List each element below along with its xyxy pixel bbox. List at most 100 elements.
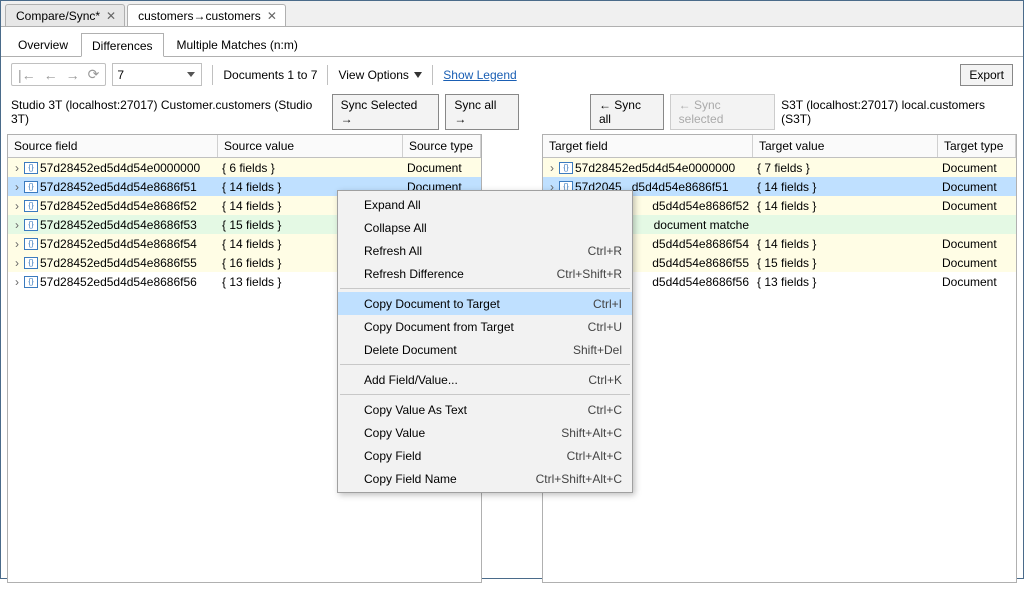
cm-delete-document[interactable]: Delete DocumentShift+Del xyxy=(338,338,632,361)
target-connection-label: S3T (localhost:27017) local.customers (S… xyxy=(781,98,1013,126)
expand-icon[interactable]: › xyxy=(12,256,22,270)
row-id: 57d28452ed5d4d54e8686f53 xyxy=(40,218,197,232)
separator xyxy=(340,394,630,395)
row-id: d5d4d54e8686f55 xyxy=(652,256,749,270)
prev-page-icon[interactable]: ← xyxy=(44,67,58,83)
target-columns: Target field Target value Target type xyxy=(543,135,1016,158)
row-type: Document xyxy=(938,160,1016,176)
separator xyxy=(340,364,630,365)
row-type: Document xyxy=(938,236,1016,252)
expand-icon[interactable]: › xyxy=(547,161,557,175)
expand-icon[interactable]: › xyxy=(12,180,22,194)
tab-differences[interactable]: Differences xyxy=(81,33,163,57)
col-source-type[interactable]: Source type xyxy=(403,135,481,157)
row-id: 57d28452ed5d4d54e0000000 xyxy=(575,161,735,175)
page-value: 7 xyxy=(117,68,124,82)
row-value: { 6 fields } xyxy=(218,160,403,176)
row-id: 57d28452ed5d4d54e0000000 xyxy=(40,161,200,175)
separator xyxy=(327,65,328,85)
show-legend-link[interactable]: Show Legend xyxy=(443,68,516,82)
row-id: d5d4d54e8686f56 xyxy=(652,275,749,289)
tab-overview[interactable]: Overview xyxy=(7,32,79,56)
expand-icon[interactable]: › xyxy=(12,275,22,289)
cm-add-field[interactable]: Add Field/Value...Ctrl+K xyxy=(338,368,632,391)
row-id: 57d28452ed5d4d54e8686f52 xyxy=(40,199,197,213)
table-row[interactable]: › 57d28452ed5d4d54e0000000 { 6 fields }Do… xyxy=(8,158,481,177)
row-id: 57d28452ed5d4d54e8686f55 xyxy=(40,256,197,270)
tab-multiple-matches[interactable]: Multiple Matches (n:m) xyxy=(166,32,309,56)
top-tabs: Compare/Sync* ✕ customers→customers ✕ xyxy=(1,1,1023,27)
doc-range-label: Documents 1 to 7 xyxy=(223,68,317,82)
row-id: document matche xyxy=(654,218,749,232)
source-connection-label: Studio 3T (localhost:27017) Customer.cus… xyxy=(11,98,326,126)
cm-refresh-difference[interactable]: Refresh DifferenceCtrl+Shift+R xyxy=(338,262,632,285)
document-icon xyxy=(24,181,38,193)
expand-icon[interactable]: › xyxy=(12,237,22,251)
separator xyxy=(212,65,213,85)
toolbar: |← ← → ⟳ 7 Documents 1 to 7 View Options… xyxy=(1,57,1023,92)
view-options-button[interactable]: View Options xyxy=(338,68,422,82)
close-icon[interactable]: ✕ xyxy=(267,9,277,23)
cm-expand-all[interactable]: Expand All xyxy=(338,193,632,216)
nav-group: |← ← → ⟳ xyxy=(11,63,106,86)
row-type: Document xyxy=(403,160,481,176)
table-row[interactable]: › 57d28452ed5d4d54e0000000 { 7 fields }Do… xyxy=(543,158,1016,177)
cm-copy-field[interactable]: Copy FieldCtrl+Alt+C xyxy=(338,444,632,467)
separator xyxy=(432,65,433,85)
first-page-icon[interactable]: |← xyxy=(18,67,36,83)
export-button[interactable]: Export xyxy=(960,64,1013,86)
row-type: Document xyxy=(938,179,1016,195)
sub-tabs: Overview Differences Multiple Matches (n… xyxy=(1,27,1023,57)
row-value: { 7 fields } xyxy=(753,160,938,176)
cm-copy-field-name[interactable]: Copy Field NameCtrl+Shift+Alt+C xyxy=(338,467,632,490)
separator xyxy=(340,288,630,289)
expand-icon[interactable]: › xyxy=(12,199,22,213)
row-value xyxy=(753,224,938,226)
document-icon xyxy=(24,257,38,269)
close-icon[interactable]: ✕ xyxy=(106,9,116,23)
row-value: { 14 fields } xyxy=(753,179,938,195)
row-id: d5d4d54e8686f52 xyxy=(652,199,749,213)
document-icon xyxy=(559,162,573,174)
row-value: { 15 fields } xyxy=(753,255,938,271)
expand-icon[interactable]: › xyxy=(12,161,22,175)
document-icon xyxy=(24,200,38,212)
row-value: { 13 fields } xyxy=(753,274,938,290)
page-select[interactable]: 7 xyxy=(112,63,202,86)
cm-refresh-all[interactable]: Refresh AllCtrl+R xyxy=(338,239,632,262)
cm-copy-value[interactable]: Copy ValueShift+Alt+C xyxy=(338,421,632,444)
tab-label: Compare/Sync* xyxy=(16,9,100,23)
sync-selected-left-button: ← Sync selected xyxy=(670,94,775,130)
connection-strip: Studio 3T (localhost:27017) Customer.cus… xyxy=(1,92,1023,134)
row-id: d5d4d54e8686f54 xyxy=(652,237,749,251)
tab-compare-sync[interactable]: Compare/Sync* ✕ xyxy=(5,4,125,26)
row-value: { 14 fields } xyxy=(753,198,938,214)
document-icon xyxy=(24,162,38,174)
context-menu: Expand All Collapse All Refresh AllCtrl+… xyxy=(337,190,633,493)
col-source-value[interactable]: Source value xyxy=(218,135,403,157)
next-page-icon[interactable]: → xyxy=(66,67,80,83)
expand-icon[interactable]: › xyxy=(12,218,22,232)
source-columns: Source field Source value Source type xyxy=(8,135,481,158)
refresh-icon[interactable]: ⟳ xyxy=(88,66,100,83)
tab-customers[interactable]: customers→customers ✕ xyxy=(127,4,286,26)
chevron-down-icon xyxy=(414,72,422,78)
tab-label: customers→customers xyxy=(138,9,261,23)
col-source-field[interactable]: Source field xyxy=(8,135,218,157)
cm-copy-value-text[interactable]: Copy Value As TextCtrl+C xyxy=(338,398,632,421)
sync-all-right-button[interactable]: Sync all → xyxy=(445,94,519,130)
row-id: 57d28452ed5d4d54e8686f54 xyxy=(40,237,197,251)
row-type: Document xyxy=(938,255,1016,271)
document-icon xyxy=(24,238,38,250)
sync-all-left-button[interactable]: ← Sync all xyxy=(590,94,664,130)
document-icon xyxy=(24,276,38,288)
col-target-field[interactable]: Target field xyxy=(543,135,753,157)
cm-collapse-all[interactable]: Collapse All xyxy=(338,216,632,239)
col-target-type[interactable]: Target type xyxy=(938,135,1016,157)
cm-copy-to-target[interactable]: Copy Document to TargetCtrl+I xyxy=(338,292,632,315)
sync-selected-right-button[interactable]: Sync Selected → xyxy=(332,94,440,130)
cm-copy-from-target[interactable]: Copy Document from TargetCtrl+U xyxy=(338,315,632,338)
row-type xyxy=(938,224,1016,226)
row-id: 57d28452ed5d4d54e8686f51 xyxy=(40,180,197,194)
col-target-value[interactable]: Target value xyxy=(753,135,938,157)
